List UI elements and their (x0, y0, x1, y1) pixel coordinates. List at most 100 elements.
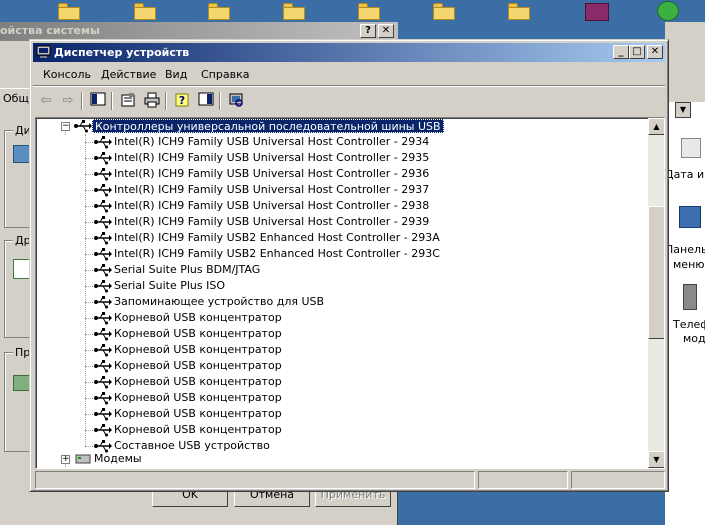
maximize-button[interactable]: □ (629, 45, 645, 59)
phone-modem-icon[interactable] (683, 284, 697, 310)
usb-icon (94, 376, 112, 389)
toolbar-separator (165, 92, 167, 110)
usb-icon (94, 280, 112, 293)
show-hide-tree-icon[interactable] (89, 92, 107, 110)
folder-icon[interactable] (134, 3, 156, 20)
status-bar (35, 471, 665, 489)
menu-console[interactable]: Консоль (43, 68, 91, 81)
tree-line (85, 446, 93, 447)
tree-item-label: Intel(R) ICH9 Family USB Universal Host … (114, 151, 430, 164)
clock-icon[interactable] (681, 138, 701, 158)
tree-item-label: Intel(R) ICH9 Family USB2 Enhanced Host … (114, 231, 440, 244)
scroll-up-button[interactable]: ▲ (648, 118, 664, 135)
usb-icon (94, 264, 112, 277)
tree-line (85, 222, 93, 223)
tree-line (85, 366, 93, 367)
usb-icon (94, 152, 112, 165)
tree-line (85, 190, 93, 191)
menu-help[interactable]: Справка (201, 68, 249, 81)
tree-item-label: Intel(R) ICH9 Family USB Universal Host … (114, 199, 430, 212)
tree-item-label: Serial Suite Plus ISO (114, 279, 225, 292)
folder-icon[interactable] (283, 3, 305, 20)
explorer-label[interactable]: меню " (673, 258, 705, 271)
tree-category-label: Модемы (94, 452, 142, 465)
control-panel-icon[interactable] (679, 206, 701, 228)
usb-icon (94, 200, 112, 213)
explorer-label[interactable]: Дата и в (665, 168, 705, 181)
scroll-down-button[interactable]: ▼ (648, 451, 664, 468)
tree-line (85, 206, 93, 207)
tree-item-label: Intel(R) ICH9 Family USB Universal Host … (114, 215, 430, 228)
collapse-toggle[interactable]: − (61, 122, 70, 131)
close-title-button[interactable]: ✕ (378, 24, 394, 38)
properties-icon[interactable] (119, 92, 137, 110)
tree-item-label: Корневой USB концентратор (114, 375, 282, 388)
tree-line (85, 270, 93, 271)
device-manager-window: Диспетчер устройств _ □ ✕ Консоль Действ… (29, 39, 669, 492)
device-tree[interactable]: − Контроллеры универсальной последовател… (36, 118, 648, 468)
menu-separator (33, 85, 665, 87)
toolbar-separator (219, 92, 221, 110)
usb-icon (94, 248, 112, 261)
folder-icon[interactable] (508, 3, 530, 20)
minimize-button[interactable]: _ (613, 45, 629, 59)
usb-icon (94, 296, 112, 309)
modem-icon (75, 454, 91, 464)
scroll-thumb[interactable] (648, 206, 664, 339)
back-icon[interactable]: ⇦ (37, 92, 55, 110)
tree-category-label: Контроллеры универсальной последовательн… (92, 119, 444, 133)
desktop-icons-strip (0, 0, 705, 22)
tree-line (85, 430, 93, 431)
toolbar-separator (111, 92, 113, 110)
usb-icon (94, 184, 112, 197)
scan-hardware-icon[interactable] (227, 92, 245, 110)
usb-icon (94, 344, 112, 357)
menu-view[interactable]: Вид (165, 68, 187, 81)
menu-action[interactable]: Действие (101, 68, 156, 81)
print-icon[interactable] (143, 92, 161, 110)
help-icon[interactable]: ? (173, 92, 191, 110)
usb-icon (74, 120, 92, 133)
usb-icon (94, 408, 112, 421)
tree-line (85, 158, 93, 159)
show-hide-action-pane-icon[interactable] (197, 92, 215, 110)
usb-icon (94, 360, 112, 373)
tree-item-label: Intel(R) ICH9 Family USB Universal Host … (114, 167, 430, 180)
tree-item-label: Запоминающее устройство для USB (114, 295, 325, 308)
forward-icon[interactable]: ⇨ (59, 92, 77, 110)
window-title: ойства системы (0, 24, 100, 37)
tree-item-label: Корневой USB концентратор (114, 343, 282, 356)
explorer-label[interactable]: Телеф (673, 318, 705, 331)
tree-item-label: Корневой USB концентратор (114, 359, 282, 372)
tree-item-label: Serial Suite Plus BDM/JTAG (114, 263, 261, 276)
folder-icon[interactable] (208, 3, 230, 20)
folder-icon[interactable] (433, 3, 455, 20)
explorer-label[interactable]: Панель у (665, 243, 705, 256)
tree-line (85, 318, 93, 319)
archive-icon[interactable] (585, 3, 609, 21)
tree-line (85, 142, 93, 143)
tree-line (85, 302, 93, 303)
expand-toggle[interactable]: + (61, 455, 70, 464)
toolbar: ⇦ ⇨ ? (33, 89, 665, 113)
device-manager-titlebar[interactable]: Диспетчер устройств _ □ ✕ (33, 43, 665, 62)
explorer-label[interactable]: моде (683, 332, 705, 345)
green-app-icon[interactable] (657, 1, 679, 21)
tree-item-label: Корневой USB концентратор (114, 311, 282, 324)
dropdown-button[interactable]: ▼ (675, 102, 691, 118)
tree-line (85, 398, 93, 399)
explorer-panel: ▼ Дата и в Панель у меню " Телеф моде (665, 22, 705, 525)
tree-item-label: Intel(R) ICH9 Family USB Universal Host … (114, 183, 430, 196)
window-title: Диспетчер устройств (54, 46, 190, 59)
usb-icon (94, 216, 112, 229)
tree-line (85, 414, 93, 415)
folder-icon[interactable] (358, 3, 380, 20)
help-title-button[interactable]: ? (360, 24, 376, 38)
vertical-scrollbar[interactable]: ▲ ▼ (648, 118, 664, 468)
close-button[interactable]: ✕ (647, 45, 663, 59)
folder-icon[interactable] (58, 3, 80, 20)
computer-icon (36, 45, 51, 58)
toolbar-separator (81, 92, 83, 110)
usb-icon (94, 232, 112, 245)
status-cell (478, 471, 568, 489)
